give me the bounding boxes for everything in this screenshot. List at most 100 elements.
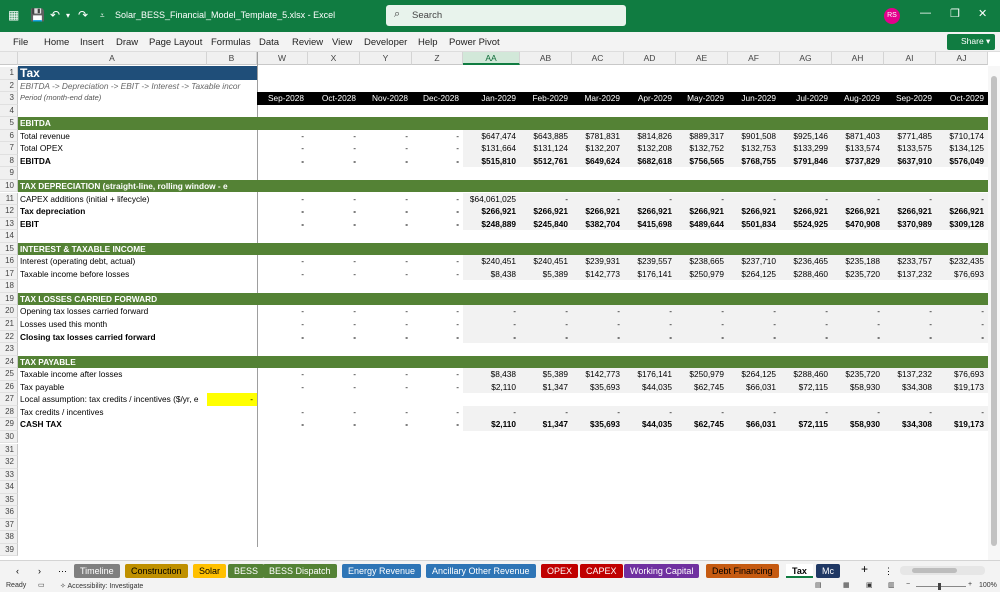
- period-header-cell[interactable]: Nov-2028: [360, 92, 412, 105]
- data-cell[interactable]: -: [308, 418, 360, 431]
- data-cell[interactable]: -: [257, 305, 308, 318]
- data-cell[interactable]: -: [463, 305, 520, 318]
- data-cell[interactable]: $133,574: [832, 142, 884, 155]
- row-header[interactable]: 15: [0, 242, 18, 256]
- data-cell[interactable]: -: [360, 318, 412, 331]
- period-header-cell[interactable]: Feb-2029: [520, 92, 572, 105]
- data-cell[interactable]: -: [308, 305, 360, 318]
- page-layout-icon[interactable]: ▣: [866, 581, 873, 589]
- data-cell[interactable]: $370,989: [884, 217, 936, 231]
- data-cell[interactable]: -: [308, 406, 360, 419]
- select-all-corner[interactable]: [0, 52, 18, 65]
- data-cell[interactable]: -: [257, 406, 308, 419]
- data-cell[interactable]: -: [728, 405, 780, 419]
- row-header[interactable]: 31: [0, 443, 18, 456]
- data-cell[interactable]: $248,889: [463, 217, 520, 231]
- data-cell[interactable]: -: [308, 268, 360, 281]
- data-cell[interactable]: -: [780, 318, 832, 331]
- data-cell[interactable]: -: [572, 405, 624, 419]
- menu-help[interactable]: Help: [418, 37, 438, 48]
- data-cell[interactable]: -: [257, 205, 308, 218]
- data-cell[interactable]: $131,664: [463, 142, 520, 155]
- data-cell[interactable]: $266,921: [728, 205, 780, 218]
- period-header-cell[interactable]: Oct-2029: [936, 92, 988, 105]
- customize-qat-icon[interactable]: ⩡: [100, 11, 105, 21]
- data-cell[interactable]: -: [360, 142, 412, 155]
- data-cell[interactable]: -: [412, 155, 463, 168]
- data-cell[interactable]: $647,474: [463, 129, 520, 143]
- data-cell[interactable]: -: [257, 255, 308, 268]
- data-cell[interactable]: -: [780, 405, 832, 419]
- zoom-slider[interactable]: [916, 583, 966, 590]
- data-cell[interactable]: $66,031: [728, 380, 780, 394]
- data-cell[interactable]: $309,128: [936, 217, 988, 231]
- row-header[interactable]: 38: [0, 531, 18, 544]
- add-sheet-icon[interactable]: +: [855, 562, 874, 576]
- row-header[interactable]: 8: [0, 154, 18, 168]
- data-cell[interactable]: -: [257, 418, 308, 431]
- data-cell[interactable]: -: [412, 368, 463, 381]
- row-header[interactable]: 7: [0, 142, 18, 155]
- data-cell[interactable]: -: [257, 218, 308, 231]
- data-cell[interactable]: $768,755: [728, 154, 780, 168]
- data-cell[interactable]: $137,232: [884, 267, 936, 281]
- data-cell[interactable]: $1,347: [520, 418, 572, 431]
- data-cell[interactable]: -: [257, 193, 308, 206]
- data-cell[interactable]: -: [360, 331, 412, 344]
- data-cell[interactable]: $236,465: [780, 255, 832, 268]
- page-break-icon[interactable]: ▥: [888, 581, 895, 589]
- data-cell[interactable]: $771,485: [884, 129, 936, 143]
- row-header[interactable]: 10: [0, 179, 18, 193]
- column-header-aa[interactable]: AA: [463, 52, 520, 65]
- data-cell[interactable]: $132,207: [572, 142, 624, 155]
- data-cell[interactable]: $524,925: [780, 217, 832, 231]
- data-cell[interactable]: -: [884, 305, 936, 318]
- data-cell[interactable]: $489,644: [676, 217, 728, 231]
- row-header[interactable]: 27: [0, 393, 18, 406]
- data-cell[interactable]: -: [884, 405, 936, 419]
- next-sheet-icon[interactable]: ›: [32, 564, 47, 578]
- row-header[interactable]: 13: [0, 217, 18, 231]
- data-cell[interactable]: -: [257, 368, 308, 381]
- data-cell[interactable]: $133,299: [780, 142, 832, 155]
- data-cell[interactable]: $266,921: [463, 205, 520, 218]
- data-cell[interactable]: -: [257, 155, 308, 168]
- row-header[interactable]: 21: [0, 318, 18, 331]
- data-cell[interactable]: $643,885: [520, 129, 572, 143]
- row-header[interactable]: 29: [0, 418, 18, 431]
- data-cell[interactable]: -: [624, 305, 676, 318]
- data-cell[interactable]: $142,773: [572, 267, 624, 281]
- undo-icon[interactable]: ↶: [50, 8, 60, 22]
- data-cell[interactable]: -: [676, 330, 728, 344]
- data-cell[interactable]: $266,921: [832, 205, 884, 218]
- data-cell[interactable]: $235,720: [832, 368, 884, 381]
- data-cell[interactable]: $238,665: [676, 255, 728, 268]
- data-cell[interactable]: -: [936, 318, 988, 331]
- menu-insert[interactable]: Insert: [80, 37, 104, 48]
- zoom-level[interactable]: 100%: [979, 582, 997, 589]
- data-cell[interactable]: -: [412, 193, 463, 206]
- data-cell[interactable]: $781,831: [572, 129, 624, 143]
- data-cell[interactable]: -: [936, 330, 988, 344]
- data-cell[interactable]: -: [780, 305, 832, 318]
- column-header-aj[interactable]: AJ: [936, 52, 988, 65]
- data-cell[interactable]: -: [412, 381, 463, 394]
- data-cell[interactable]: $137,232: [884, 368, 936, 381]
- data-cell[interactable]: -: [676, 305, 728, 318]
- data-cell[interactable]: -: [360, 368, 412, 381]
- row-header[interactable]: 9: [0, 167, 18, 180]
- sheet-tab-debt-financing[interactable]: Debt Financing: [706, 564, 779, 578]
- minimize-icon[interactable]: —: [920, 7, 931, 19]
- data-cell[interactable]: -: [520, 330, 572, 344]
- data-cell[interactable]: $266,921: [780, 205, 832, 218]
- data-cell[interactable]: $76,693: [936, 267, 988, 281]
- data-cell[interactable]: $131,124: [520, 142, 572, 155]
- search-box[interactable]: ⌕ Search: [386, 5, 626, 26]
- data-cell[interactable]: $2,110: [463, 380, 520, 394]
- data-cell[interactable]: $44,035: [624, 380, 676, 394]
- data-cell[interactable]: -: [257, 130, 308, 143]
- data-cell[interactable]: $649,624: [572, 154, 624, 168]
- data-cell[interactable]: $62,745: [676, 380, 728, 394]
- data-cell[interactable]: $266,921: [884, 205, 936, 218]
- data-cell[interactable]: -: [832, 405, 884, 419]
